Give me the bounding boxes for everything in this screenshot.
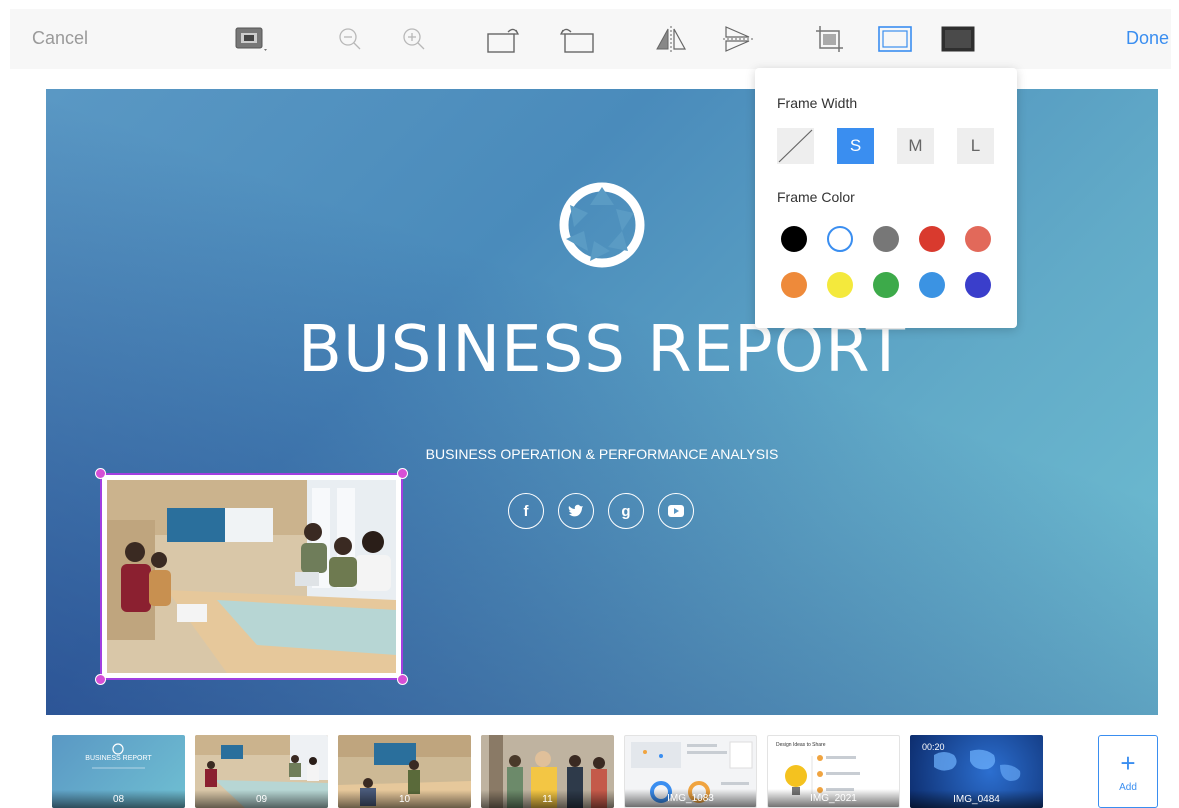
resize-handle-top-left[interactable]: [95, 468, 106, 479]
frame-width-m-button[interactable]: M: [897, 128, 934, 164]
resize-handle-top-right[interactable]: [397, 468, 408, 479]
twitter-icon: [558, 493, 594, 529]
cancel-button[interactable]: Cancel: [32, 28, 88, 49]
color-swatch-green[interactable]: [873, 272, 899, 298]
fill-icon[interactable]: [940, 21, 976, 57]
zoom-out-icon[interactable]: [332, 21, 368, 57]
flip-vertical-icon[interactable]: [720, 21, 756, 57]
color-swatch-red[interactable]: [919, 226, 945, 252]
add-button[interactable]: + Add: [1098, 735, 1158, 808]
color-swatch-salmon[interactable]: [965, 226, 991, 252]
rotate-left-icon[interactable]: [559, 21, 595, 57]
color-swatch-orange[interactable]: [781, 272, 807, 298]
video-duration: 00:20: [922, 742, 945, 752]
frame-width-l-button[interactable]: L: [957, 128, 994, 164]
thumbnail-label: 11: [481, 790, 614, 808]
frame-color-heading: Frame Color: [777, 189, 855, 205]
plus-icon: +: [1120, 748, 1136, 778]
social-icons: f g: [508, 493, 694, 529]
crop-icon[interactable]: [812, 21, 848, 57]
slide-subtitle[interactable]: BUSINESS OPERATION & PERFORMANCE ANALYSI…: [46, 446, 1158, 462]
thumbnail-label: IMG_0484: [910, 790, 1043, 808]
add-label: Add: [1119, 782, 1137, 793]
thumbnail-label: 08: [52, 790, 185, 808]
thumbnail-10[interactable]: 10: [338, 735, 471, 808]
logo-icon: [559, 182, 645, 268]
color-swatch-black[interactable]: [781, 226, 807, 252]
toolbar: Cancel Done: [10, 9, 1171, 69]
thumbnail-label: IMG_2021: [768, 789, 899, 807]
frame-width-s-button[interactable]: S: [837, 128, 874, 164]
zoom-in-icon[interactable]: [396, 21, 432, 57]
image-options-icon[interactable]: [234, 21, 270, 57]
thumbnail-09[interactable]: 09: [195, 735, 328, 808]
rotate-right-icon[interactable]: [486, 21, 522, 57]
color-swatch-yellow[interactable]: [827, 272, 853, 298]
thumbnail-label: 09: [195, 790, 328, 808]
thumbnail-img-2021[interactable]: Design Ideas to Share IMG_2021: [767, 735, 900, 808]
facebook-icon: f: [508, 493, 544, 529]
color-swatch-gray[interactable]: [873, 226, 899, 252]
done-button[interactable]: Done: [1126, 28, 1169, 49]
thumbnail-label: 10: [338, 790, 471, 808]
color-swatch-blue[interactable]: [919, 272, 945, 298]
color-swatch-white[interactable]: [827, 226, 853, 252]
thumbnail-img-0484[interactable]: 00:20 IMG_0484: [910, 735, 1043, 808]
thumbnail-11[interactable]: 11: [481, 735, 614, 808]
thumbnail-img-1083[interactable]: IMG_1083: [624, 735, 757, 808]
frame-width-none-button[interactable]: [777, 128, 814, 164]
flip-horizontal-icon[interactable]: [653, 21, 689, 57]
thumbnail-08[interactable]: BUSINESS REPORT 08: [52, 735, 185, 808]
thumbnail-label: IMG_1083: [625, 789, 756, 807]
color-swatch-indigo[interactable]: [965, 272, 991, 298]
frame-icon[interactable]: [877, 21, 913, 57]
thumbnail-preview-title: BUSINESS REPORT: [85, 755, 152, 762]
resize-handle-bottom-left[interactable]: [95, 674, 106, 685]
frame-width-heading: Frame Width: [777, 95, 858, 111]
selected-photo[interactable]: [95, 468, 408, 685]
frame-popover: Frame Width S M L Frame Color: [755, 68, 1017, 328]
youtube-icon: [658, 493, 694, 529]
selection-outline: [100, 473, 403, 680]
google-plus-icon: g: [608, 493, 644, 529]
resize-handle-bottom-right[interactable]: [397, 674, 408, 685]
